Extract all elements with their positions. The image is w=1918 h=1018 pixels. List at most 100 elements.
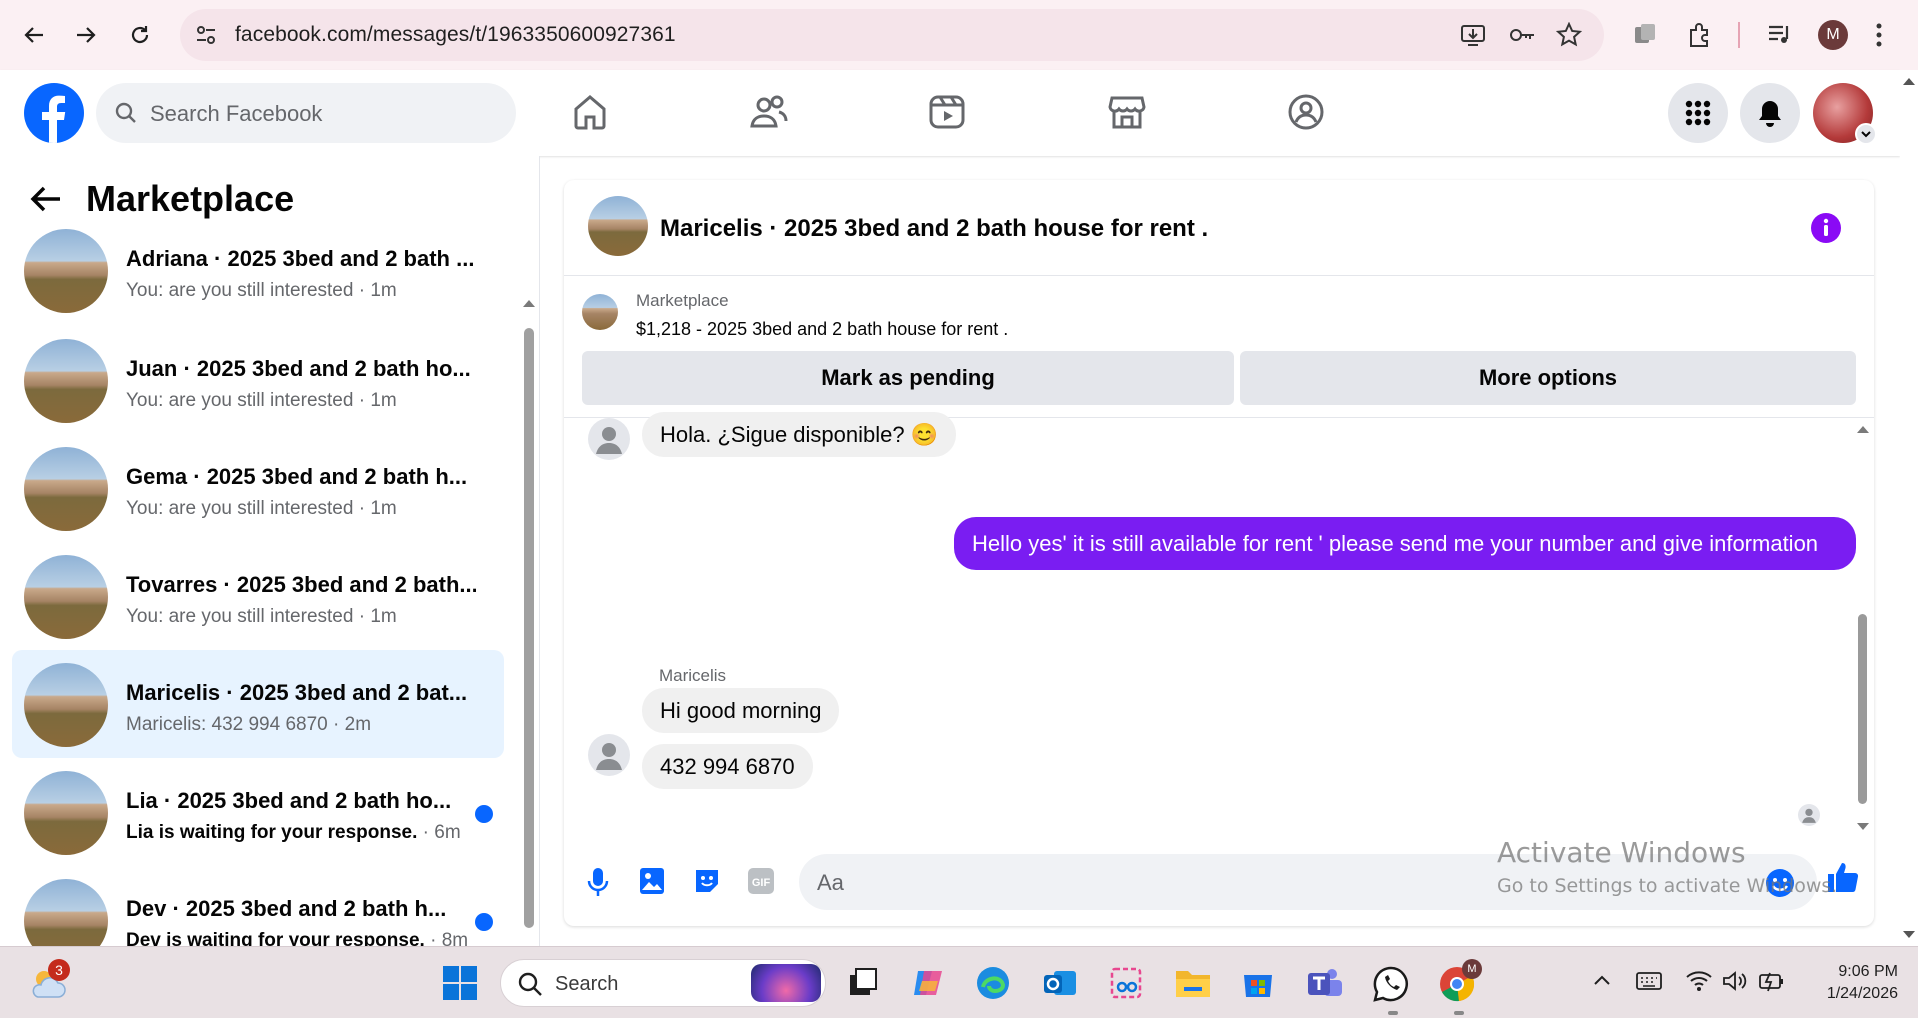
windows-taskbar: 3 Search M 9:06 PM 1/24/2026	[0, 946, 1918, 1018]
activate-windows-watermark: Activate Windows Go to Settings to activ…	[1497, 836, 1837, 897]
outlook-icon[interactable]	[1042, 965, 1078, 1001]
conversation-preview: You: are you still interested · 1m	[126, 606, 397, 628]
facebook-search[interactable]: Search Facebook	[96, 83, 516, 143]
browser-menu-icon[interactable]	[1874, 21, 1884, 49]
windows-start-icon[interactable]	[442, 965, 478, 1001]
facebook-logo[interactable]	[24, 83, 84, 143]
conversation-scrollbar[interactable]	[522, 226, 536, 938]
snipping-tool-icon[interactable]	[1108, 965, 1144, 1001]
marketplace-title-row: Marketplace	[30, 178, 294, 220]
listing-thumbnail	[24, 229, 108, 313]
site-settings-icon[interactable]	[194, 23, 218, 47]
running-indicator	[1454, 1011, 1464, 1015]
taskbar-search-label: Search	[555, 973, 619, 995]
chevron-up-icon[interactable]	[1592, 971, 1612, 991]
marketplace-listing-banner: Marketplace $1,218 - 2025 3bed and 2 bat…	[564, 276, 1874, 418]
media-controls-icon[interactable]	[1766, 21, 1794, 47]
file-explorer-icon[interactable]	[1174, 965, 1212, 1001]
address-bar[interactable]: facebook.com/messages/t/1963350600927361	[180, 9, 1604, 61]
thread-scrollbar[interactable]	[1854, 418, 1870, 838]
chat-title[interactable]: Maricelis · 2025 3bed and 2 bath house f…	[660, 215, 1208, 243]
marketplace-icon[interactable]	[1107, 92, 1147, 132]
message-bubble-incoming[interactable]: 432 994 6870	[642, 744, 813, 789]
photo-icon[interactable]	[638, 866, 666, 896]
mark-as-pending-button[interactable]: Mark as pending	[582, 351, 1234, 405]
system-clock[interactable]: 9:06 PM 1/24/2026	[1800, 961, 1898, 1005]
extensions-puzzle-icon[interactable]	[1686, 21, 1714, 49]
notifications-button[interactable]	[1740, 83, 1800, 143]
page-scrollbar[interactable]	[1900, 70, 1918, 946]
wifi-icon[interactable]	[1686, 969, 1712, 993]
browser-profile-avatar[interactable]: M	[1818, 20, 1848, 50]
friends-icon[interactable]	[749, 92, 789, 132]
reload-button[interactable]	[122, 17, 158, 53]
conversation-preview: You: are you still interested · 1m	[126, 280, 397, 302]
gif-icon[interactable]: GIF	[746, 866, 776, 896]
taskbar-search[interactable]: Search	[500, 959, 826, 1007]
back-arrow-icon[interactable]	[30, 185, 62, 213]
sticker-icon[interactable]	[692, 866, 722, 896]
conversation-name: Maricelis · 2025 3bed and 2 bat...	[126, 680, 468, 705]
separator-dot: ·	[353, 498, 371, 519]
message-bubble-outgoing[interactable]: Hello yes' it is still available for ren…	[954, 517, 1856, 570]
home-icon[interactable]	[570, 92, 610, 132]
clock-date: 1/24/2026	[1826, 985, 1898, 1002]
video-reels-icon[interactable]	[927, 92, 967, 132]
facebook-f-icon	[42, 95, 66, 143]
scrollbar-thumb[interactable]	[524, 328, 534, 928]
keyboard-icon[interactable]	[1636, 971, 1662, 991]
password-key-icon[interactable]	[1508, 22, 1536, 48]
more-options-button[interactable]: More options	[1240, 351, 1856, 405]
scrollbar-thumb[interactable]	[1858, 614, 1867, 804]
preview-time: 1m	[370, 390, 397, 411]
info-icon[interactable]	[1810, 212, 1842, 244]
scroll-up-icon	[523, 300, 535, 307]
microphone-icon[interactable]	[586, 866, 610, 898]
svg-text:GIF: GIF	[752, 877, 771, 889]
preview-time: 1m	[370, 280, 397, 301]
install-app-icon[interactable]	[1460, 22, 1486, 48]
separator-dot: ·	[353, 390, 371, 411]
message-bubble-incoming[interactable]: Hola. ¿Sigue disponible? 😊	[642, 412, 957, 457]
back-button[interactable]	[16, 17, 52, 53]
listing-avatar[interactable]	[588, 196, 648, 256]
volume-icon[interactable]	[1722, 969, 1748, 993]
listing-thumbnail[interactable]	[582, 294, 618, 330]
preview-text: You: are you still interested	[126, 390, 354, 411]
sender-avatar[interactable]	[588, 734, 630, 776]
running-indicator	[1388, 1011, 1398, 1015]
conversation-item[interactable]: Adriana · 2025 3bed and 2 bath ... You: a…	[12, 216, 504, 324]
groups-icon[interactable]	[1286, 92, 1326, 132]
grid-menu-icon	[1685, 100, 1711, 126]
message-bubble-incoming[interactable]: Hi good morning	[642, 688, 840, 733]
unread-dot	[475, 805, 493, 823]
sender-avatar[interactable]	[588, 418, 630, 460]
conversation-item[interactable]: Lia · 2025 3bed and 2 bath ho... Lia is w…	[12, 758, 504, 866]
url-text: facebook.com/messages/t/1963350600927361	[235, 23, 676, 46]
unread-dot	[475, 913, 493, 931]
listing-price-title[interactable]: $1,218 - 2025 3bed and 2 bath house for …	[636, 319, 1008, 340]
task-view-icon[interactable]	[846, 965, 880, 999]
reload-icon	[131, 26, 149, 44]
separator-dot: ·	[417, 822, 435, 843]
message-input-placeholder: Aa	[817, 870, 844, 895]
conversation-item[interactable]: Tovarres · 2025 3bed and 2 bath... You: a…	[12, 542, 504, 650]
conversation-item[interactable]: Maricelis · 2025 3bed and 2 bat... Marice…	[12, 650, 504, 758]
battery-icon[interactable]	[1758, 969, 1786, 993]
extension-icon[interactable]	[1632, 21, 1658, 47]
whatsapp-icon[interactable]	[1372, 965, 1410, 1003]
separator-dot: ·	[327, 714, 345, 735]
preview-time: 6m	[434, 822, 461, 843]
bookmark-star-icon[interactable]	[1556, 22, 1582, 48]
conversation-item[interactable]: Juan · 2025 3bed and 2 bath ho... You: ar…	[12, 326, 504, 434]
copilot-icon[interactable]	[910, 965, 946, 1001]
menu-button[interactable]	[1668, 83, 1728, 143]
account-avatar[interactable]	[1813, 83, 1877, 145]
conversation-item[interactable]: Gema · 2025 3bed and 2 bath h... You: are…	[12, 434, 504, 542]
conversation-item[interactable]: Dev · 2025 3bed and 2 bath h... Dev is wa…	[12, 866, 504, 946]
microsoft-store-icon[interactable]	[1240, 965, 1276, 1001]
edge-browser-icon[interactable]	[975, 965, 1011, 1001]
forward-button[interactable]	[68, 17, 104, 53]
teams-icon[interactable]	[1306, 965, 1344, 1001]
facebook-header: Search Facebook	[0, 70, 1900, 156]
